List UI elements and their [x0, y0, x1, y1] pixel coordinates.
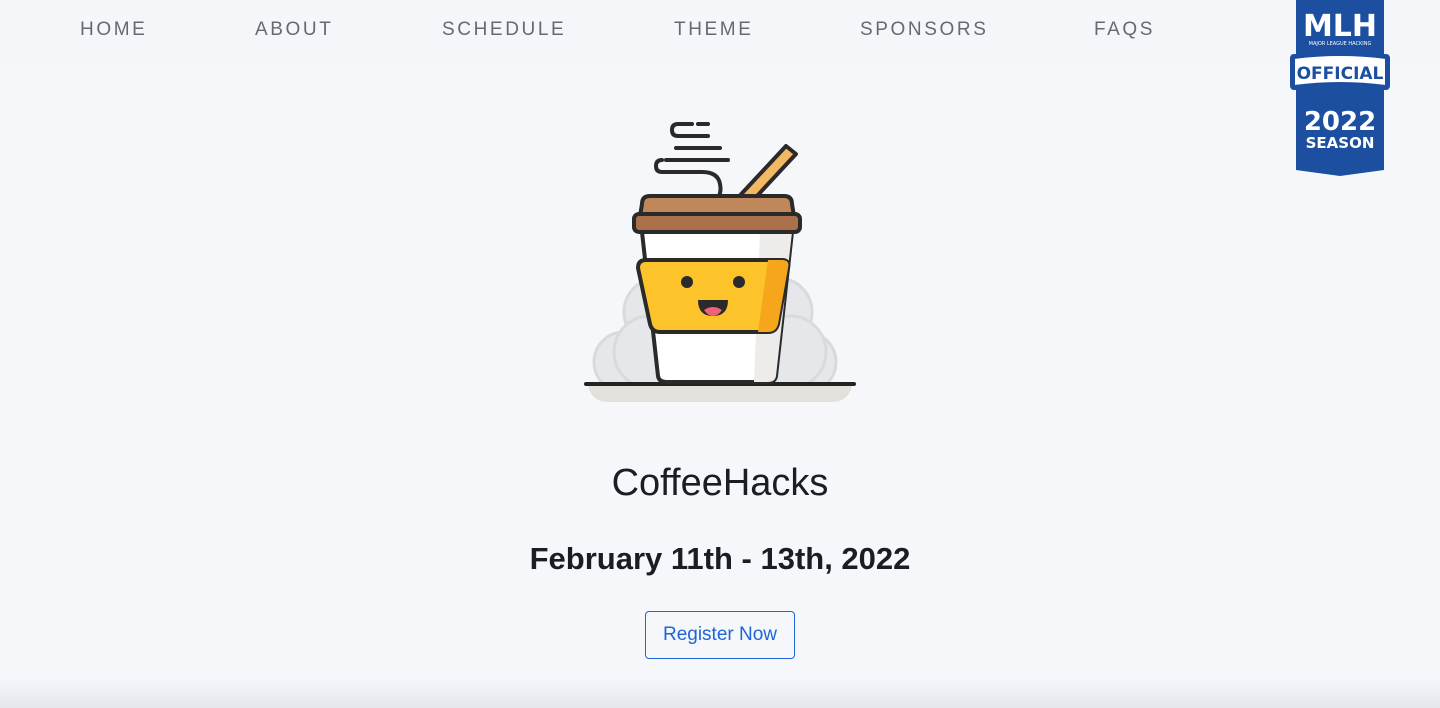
page: HOME ABOUT SCHEDULE THEME SPONSORS FAQS … — [0, 0, 1440, 708]
nav-theme-link[interactable]: THEME — [674, 19, 754, 41]
nav-faqs-link[interactable]: FAQS — [1094, 19, 1155, 41]
mlh-year-text: 2022 — [1304, 107, 1376, 137]
mlh-official-text: OFFICIAL — [1297, 64, 1384, 84]
nav-schedule-link[interactable]: SCHEDULE — [442, 19, 566, 41]
coffee-cup-illustration — [584, 122, 856, 402]
mlh-logo-text: MLH — [1303, 9, 1377, 44]
event-title: CoffeeHacks — [611, 462, 829, 504]
section-divider-shadow — [0, 678, 1440, 708]
top-navbar: HOME ABOUT SCHEDULE THEME SPONSORS FAQS — [0, 0, 1440, 60]
register-now-button[interactable]: Register Now — [645, 611, 795, 659]
event-dates: February 11th - 13th, 2022 — [529, 541, 911, 576]
mlh-official-badge[interactable]: MLH MAJOR LEAGUE HACKING OFFICIAL 2022 S… — [1288, 0, 1392, 176]
nav-about-link[interactable]: ABOUT — [255, 19, 333, 41]
nav-home-link[interactable]: HOME — [80, 19, 147, 41]
mlh-season-text: SEASON — [1306, 134, 1375, 152]
nav-sponsors-link[interactable]: SPONSORS — [860, 19, 989, 41]
mlh-tagline: MAJOR LEAGUE HACKING — [1309, 41, 1372, 47]
